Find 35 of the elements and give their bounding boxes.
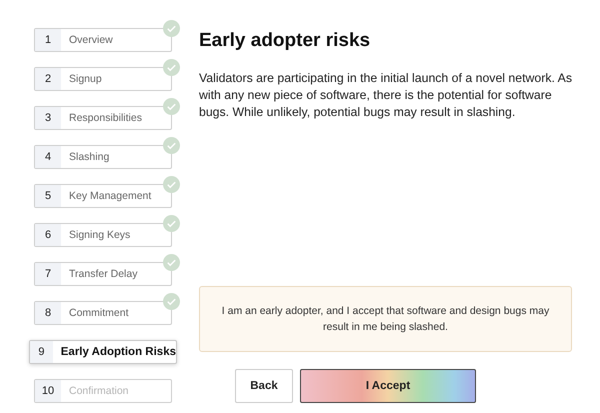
step-label: Confirmation: [68, 385, 129, 397]
step-number: 3: [35, 107, 61, 129]
step-item[interactable]: 7 Transfer Delay: [34, 262, 172, 286]
step-number: 4: [35, 146, 61, 168]
step-item[interactable]: 6 Signing Keys: [34, 223, 172, 247]
step-label: Slashing: [68, 151, 110, 163]
step-item[interactable]: 1 Overview: [34, 28, 172, 52]
step-label: Signup: [68, 73, 102, 85]
description-text: Validators are participating in the initial launch of a novel network. As with any new piece of software, there is the potential for software bugs. While unlikely, potential bugs may result in slashing.: [199, 70, 572, 121]
step-number: 6: [35, 224, 61, 246]
page-heading: Early adopter risks: [199, 30, 372, 52]
accept-button[interactable]: I Accept: [300, 369, 476, 403]
step-label: Transfer Delay: [68, 268, 138, 280]
step-item[interactable]: 5 Key Management: [34, 184, 172, 208]
step-item[interactable]: 2 Signup: [34, 67, 172, 91]
agreement-notice: I am an early adopter, and I accept that software and design bugs may result in me being slashed.: [199, 286, 572, 352]
step-label: Commitment: [68, 307, 129, 319]
step-number: 5: [35, 185, 61, 207]
step-item[interactable]: 3 Responsibilities: [34, 106, 172, 130]
step-label: Early Adoption Risks: [60, 346, 176, 358]
step-label: Responsibilities: [68, 112, 142, 124]
step-label: Key Management: [68, 190, 152, 202]
step-number: 7: [35, 263, 61, 285]
step-label: Overview: [68, 34, 113, 46]
step-number: 8: [35, 302, 61, 324]
step-number: 9: [30, 341, 53, 363]
step-item[interactable]: 9 Early Adoption Risks: [29, 340, 177, 364]
step-item[interactable]: 8 Commitment: [34, 301, 172, 325]
step-item[interactable]: 10 Confirmation: [34, 379, 172, 403]
step-label: Signing Keys: [68, 229, 130, 241]
back-button[interactable]: Back: [235, 369, 293, 403]
step-item[interactable]: 4 Slashing: [34, 145, 172, 169]
step-number: 2: [35, 68, 61, 90]
step-number: 10: [35, 380, 61, 402]
step-number: 1: [35, 29, 61, 51]
